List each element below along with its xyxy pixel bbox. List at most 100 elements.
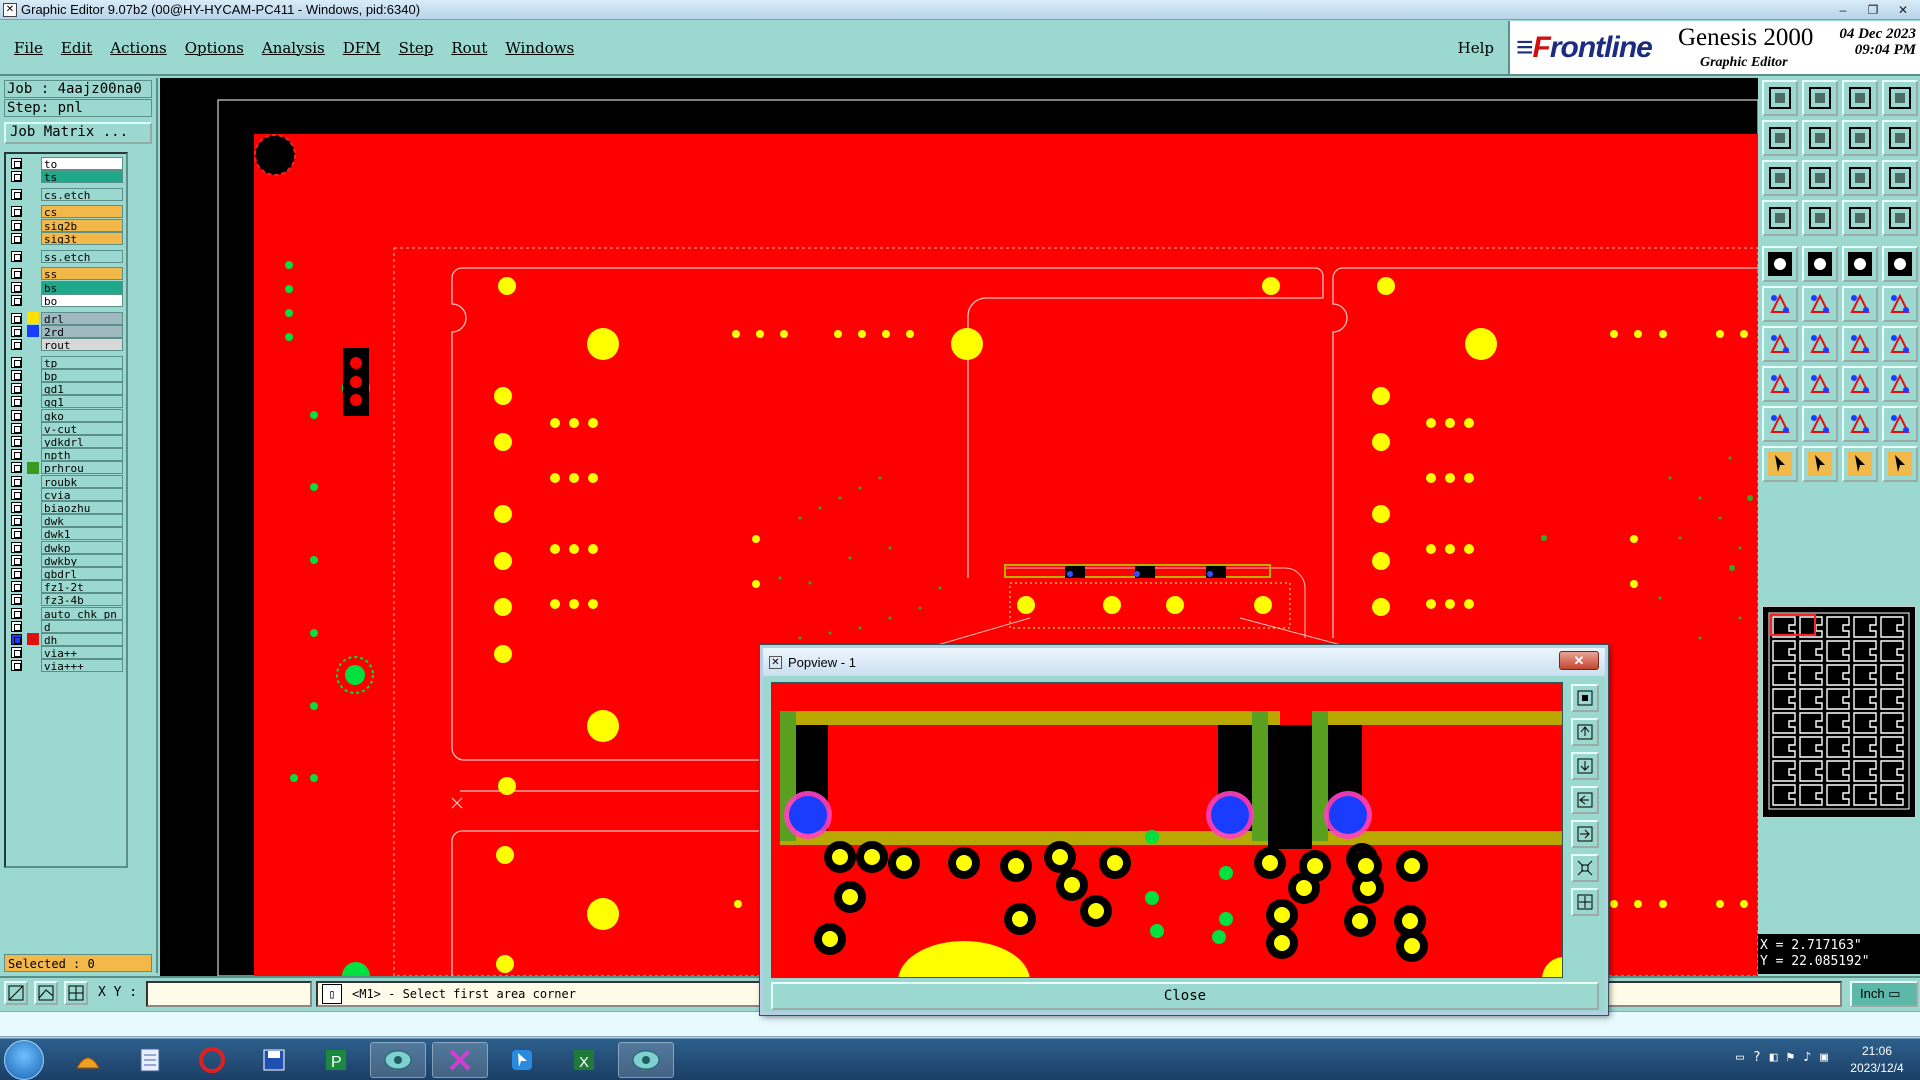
layer-checkbox[interactable] [11, 232, 22, 244]
layer-checkbox[interactable] [11, 219, 22, 231]
line-tool-icon[interactable] [1802, 246, 1838, 282]
layer-checkbox[interactable] [11, 554, 22, 566]
parallel-icon[interactable] [1882, 326, 1918, 362]
layer-row-roubk[interactable]: roubk [8, 474, 126, 488]
popview-close-x-button[interactable]: ✕ [1559, 651, 1599, 670]
taskbar-xwin-icon[interactable] [432, 1042, 488, 1078]
dash-line-icon[interactable] [1842, 246, 1878, 282]
layer-checkbox[interactable] [11, 294, 22, 306]
measure-c-icon[interactable] [1882, 406, 1918, 442]
layer-row-2rd[interactable]: 2rd [8, 324, 126, 338]
layer-checkbox[interactable] [11, 356, 22, 368]
job-matrix-button[interactable]: Job Matrix ... [4, 122, 152, 144]
layer-row-ts[interactable]: ts [8, 169, 126, 183]
layer-checkbox[interactable] [11, 567, 22, 579]
layer-row-to[interactable]: to [8, 156, 126, 170]
layer-row-via-[interactable]: via+++ [8, 659, 126, 673]
layer-row-tp[interactable]: tp [8, 355, 126, 369]
home-view-icon[interactable] [1842, 80, 1878, 116]
layer-checkbox[interactable] [11, 369, 22, 381]
zoom-extents-icon[interactable] [1762, 160, 1798, 196]
popview-zoom-in-icon[interactable] [1571, 718, 1599, 746]
layer-row-sig3t[interactable]: sig3t [8, 231, 126, 245]
layer-checkbox[interactable] [11, 541, 22, 553]
layer-checkbox[interactable] [11, 501, 22, 513]
menu-dfm[interactable]: DFM [343, 39, 381, 57]
layer-checkbox[interactable] [11, 435, 22, 447]
layer-row-dwkp[interactable]: dwkp [8, 540, 126, 554]
layer-checkbox[interactable] [11, 170, 22, 182]
layer-checkbox[interactable] [11, 422, 22, 434]
layer-row-gbdrl[interactable]: gbdrl [8, 566, 126, 580]
layer-row-sig2b[interactable]: sig2b [8, 218, 126, 232]
start-button[interactable] [4, 1040, 44, 1080]
select-move-icon[interactable] [1802, 446, 1838, 482]
menu-windows[interactable]: Windows [505, 39, 574, 57]
menu-analysis[interactable]: Analysis [262, 39, 325, 57]
layer-row-via-[interactable]: via++ [8, 646, 126, 660]
popview-expand-icon[interactable] [1571, 888, 1599, 916]
tray-flag-icon[interactable]: ⚑ [1787, 1050, 1795, 1065]
scale-1-2-icon[interactable] [1842, 160, 1878, 196]
menu-help[interactable]: Help [1458, 39, 1494, 57]
taskbar-genesis2-icon[interactable] [618, 1042, 674, 1078]
layer-row-bo[interactable]: bo [8, 293, 126, 307]
draw-mode-icon[interactable] [4, 981, 28, 1005]
pan-left-icon[interactable] [1762, 120, 1798, 156]
layer-checkbox[interactable] [11, 250, 22, 262]
layer-row-d[interactable]: d [8, 619, 126, 633]
layer-row-cs-etch[interactable]: cs.etch [8, 187, 126, 201]
menu-file[interactable]: File [14, 39, 43, 57]
layer-checkbox[interactable] [11, 206, 22, 218]
layer-checkbox[interactable] [11, 488, 22, 500]
pad-tool-icon[interactable] [1762, 246, 1798, 282]
move-node-icon[interactable] [1842, 286, 1878, 322]
slash-line-icon[interactable] [1802, 326, 1838, 362]
shape-add-icon[interactable] [1762, 366, 1798, 402]
menu-step[interactable]: Step [399, 39, 434, 57]
taskbar-clock[interactable]: 21:06 2023/12/4 [1840, 1043, 1914, 1077]
layer-row-dwkby[interactable]: dwkby [8, 553, 126, 567]
snap-edge-icon[interactable] [1882, 200, 1918, 236]
pan-right-icon[interactable] [1802, 120, 1838, 156]
help-query-icon[interactable] [1882, 160, 1918, 196]
layer-checkbox[interactable] [11, 396, 22, 408]
layer-row-fz3-4b[interactable]: fz3-4b [8, 593, 126, 607]
layer-row-ydkdrl[interactable]: ydkdrl [8, 434, 126, 448]
measure-b-icon[interactable] [1842, 406, 1878, 442]
zoom-in-icon[interactable] [1802, 80, 1838, 116]
dimension-icon[interactable] [1842, 366, 1878, 402]
layer-checkbox[interactable] [11, 325, 22, 337]
tray-network-icon[interactable]: ◧ [1770, 1050, 1778, 1065]
layer-row-rout[interactable]: rout [8, 337, 126, 351]
fill-mode-icon[interactable] [1762, 200, 1798, 236]
layer-checkbox[interactable] [11, 383, 22, 395]
link-node-icon[interactable] [1882, 286, 1918, 322]
layer-row-ss[interactable]: ss [8, 267, 126, 281]
layer-row-dh[interactable]: dh [8, 632, 126, 646]
taskbar-publisher-icon[interactable]: P [308, 1042, 364, 1078]
tray-help-icon[interactable]: ? [1753, 1050, 1761, 1065]
select-copy-icon[interactable] [1842, 446, 1878, 482]
layer-row-v-cut[interactable]: v-cut [8, 421, 126, 435]
layer-checkbox[interactable] [11, 620, 22, 632]
layer-row-fz1-2t[interactable]: fz1-2t [8, 580, 126, 594]
split-view-icon[interactable] [1882, 80, 1918, 116]
close-window-button[interactable]: ✕ [1888, 1, 1918, 18]
layer-row-cs[interactable]: cs [8, 205, 126, 219]
layer-checkbox[interactable] [11, 188, 22, 200]
layer-checkbox[interactable] [11, 633, 22, 645]
maximize-button[interactable]: ❐ [1858, 1, 1888, 18]
zoom-fit-icon[interactable] [1842, 120, 1878, 156]
taskbar-genesis-icon[interactable] [370, 1042, 426, 1078]
cross-snap-icon[interactable] [1802, 286, 1838, 322]
layer-checkbox[interactable] [11, 475, 22, 487]
grid-mode-icon[interactable] [64, 981, 88, 1005]
xy-input[interactable] [146, 981, 312, 1007]
select-area-icon[interactable] [1882, 446, 1918, 482]
zoom-home-icon[interactable] [1762, 80, 1798, 116]
layer-checkbox[interactable] [11, 515, 22, 527]
layer-row-bs[interactable]: bs [8, 280, 126, 294]
panel-overview-map[interactable] [1762, 606, 1916, 818]
layer-checkbox[interactable] [11, 660, 22, 672]
